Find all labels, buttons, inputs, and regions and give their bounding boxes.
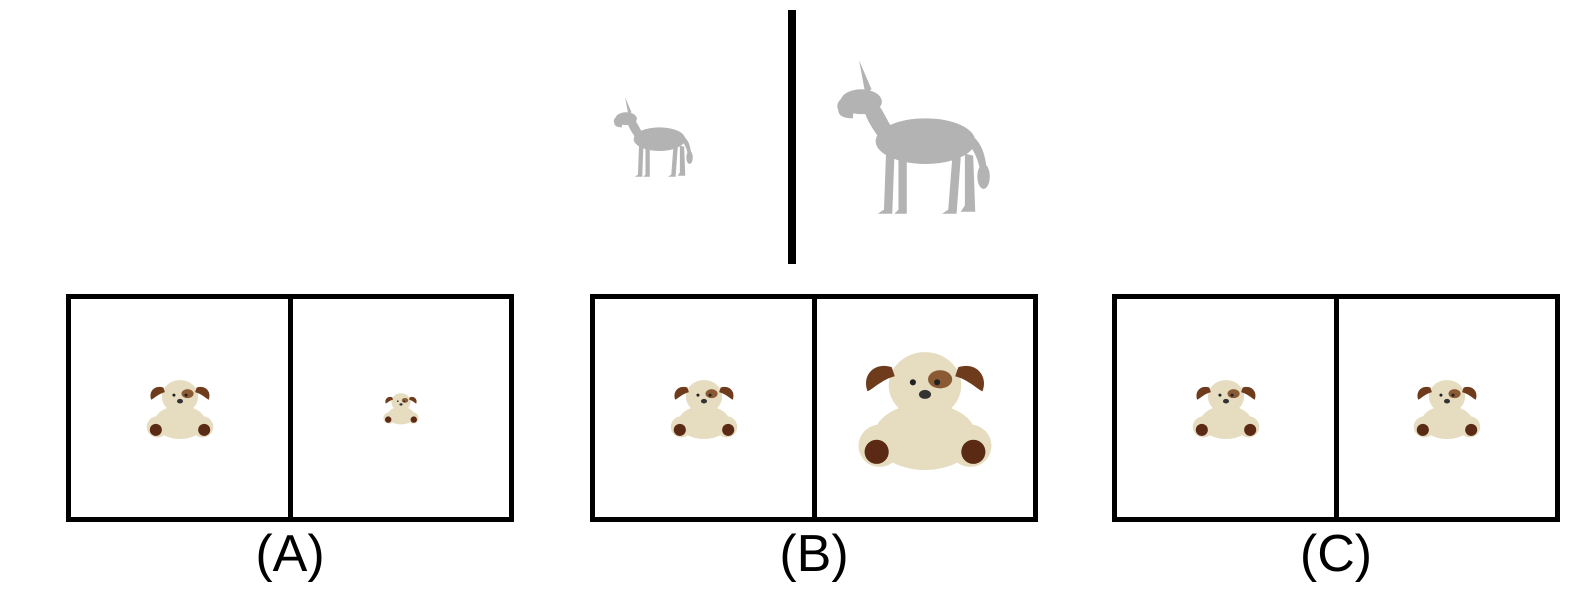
top-divider	[788, 10, 796, 264]
panel-b	[590, 294, 1038, 522]
panel-c	[1112, 294, 1560, 522]
panel-a-left-cell	[71, 299, 288, 517]
teddy-bear-icon	[1409, 374, 1485, 442]
small-donkey-icon	[610, 94, 696, 180]
teddy-bear-icon	[666, 374, 742, 442]
panel-b-left-cell	[595, 299, 812, 517]
teddy-bear-icon	[381, 390, 421, 426]
panel-a-label: (A)	[255, 525, 325, 583]
panel-c-label: (C)	[1299, 525, 1373, 583]
teddy-bear-icon	[1188, 374, 1264, 442]
panel-a-right-cell	[293, 299, 509, 517]
panel-c-right-cell	[1339, 299, 1555, 517]
teddy-bear-icon	[142, 374, 218, 442]
panel-a	[66, 294, 514, 522]
teddy-bear-icon	[849, 340, 1001, 476]
panel-b-right-cell	[817, 299, 1033, 517]
panel-c-left-cell	[1117, 299, 1334, 517]
panel-b-label: (B)	[779, 525, 849, 583]
large-donkey-icon	[830, 54, 996, 220]
